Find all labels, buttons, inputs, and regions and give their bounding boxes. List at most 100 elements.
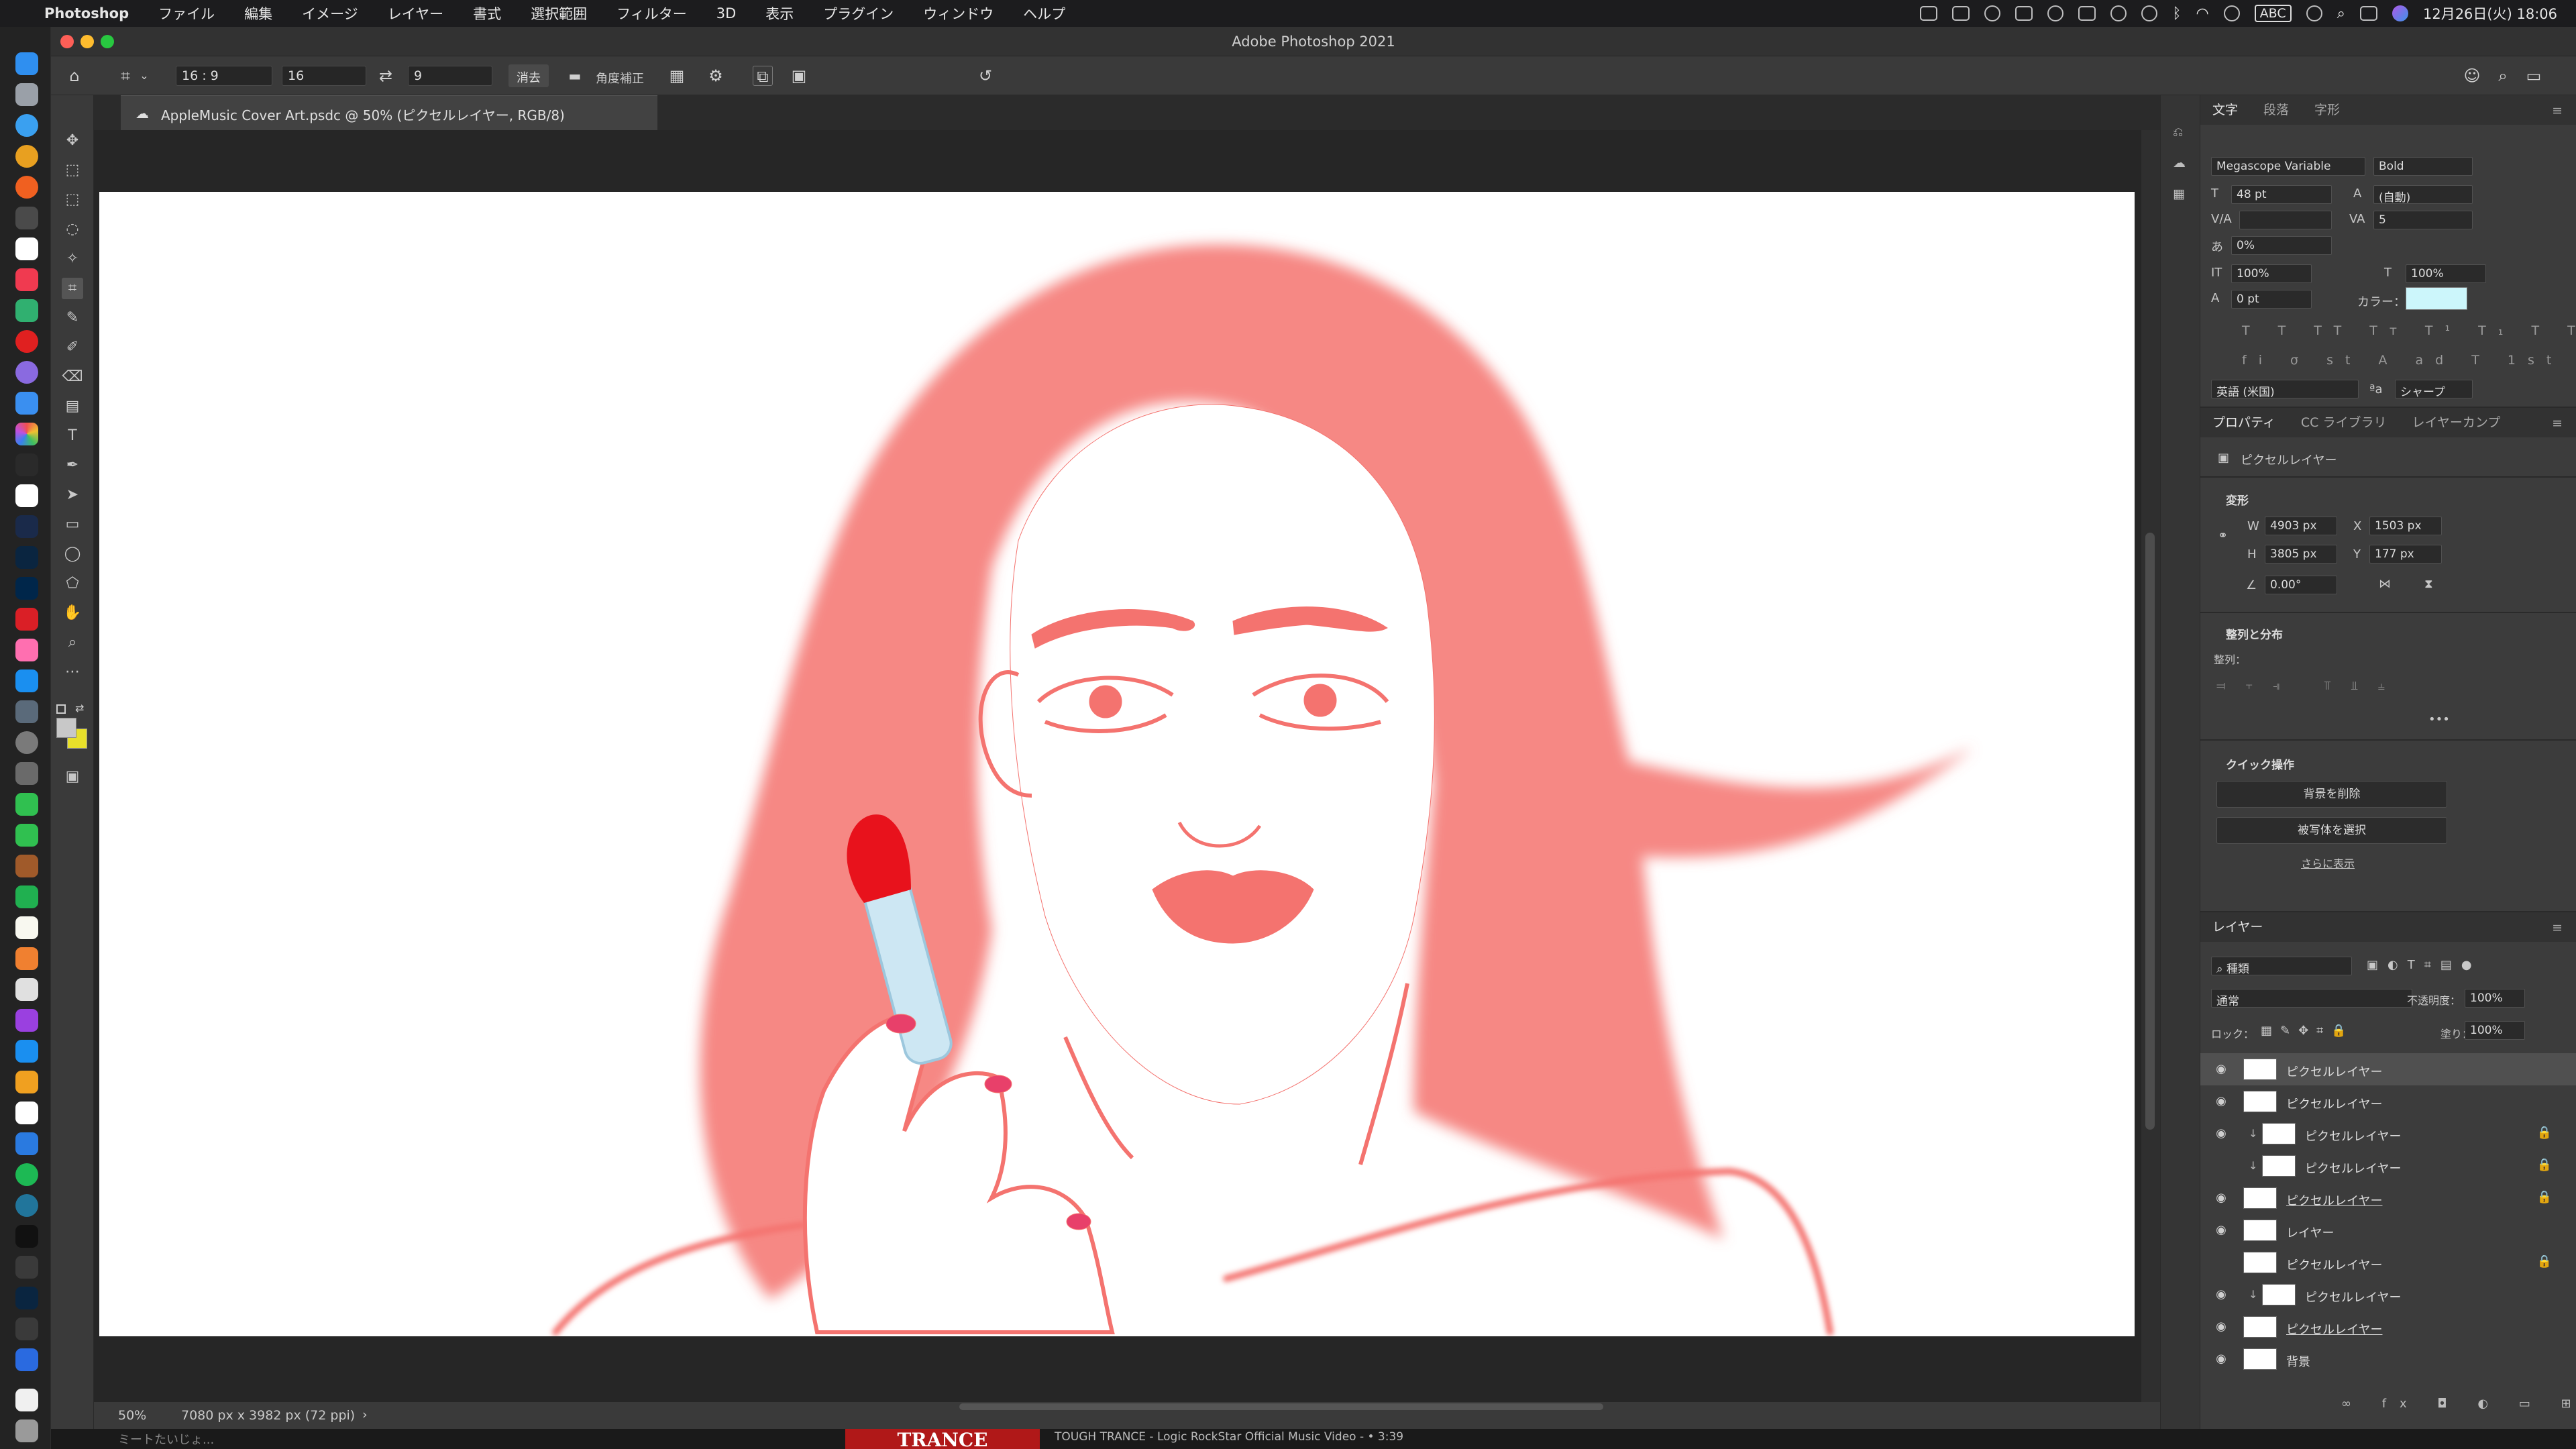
crop-tool-icon[interactable]: ⌗ — [115, 66, 136, 86]
layer-row[interactable]: ◉ ピクセルレイヤー — [2200, 1311, 2576, 1343]
dock-launchpad-icon[interactable] — [15, 83, 38, 106]
tab-glyphs[interactable]: 字形 — [2302, 100, 2353, 125]
path-selection-icon[interactable]: ➤ — [62, 484, 83, 506]
visibility-eye-icon[interactable]: ◉ — [2214, 1223, 2229, 1238]
panel-menu-icon[interactable]: ≡ — [2540, 103, 2576, 125]
bluetooth-icon[interactable]: ᛒ — [2172, 5, 2181, 22]
tab-layers[interactable]: レイヤー — [2200, 917, 2276, 942]
menu-layer[interactable]: レイヤー — [373, 3, 458, 23]
layer-filter-select[interactable]: ⌕ 種類 — [2211, 957, 2352, 975]
eraser-tool-icon[interactable]: ⌫ — [62, 366, 83, 388]
settings-gear-icon[interactable]: ⚙ — [706, 66, 726, 86]
video-title-1[interactable]: TOUGH TRANCE - Logic RockStar Official M… — [1055, 1430, 1403, 1444]
home-icon[interactable]: ⌂ — [64, 66, 85, 86]
document-tab[interactable]: ☁ AppleMusic Cover Art.psdc @ 50% (ピクセルレ… — [121, 95, 657, 130]
dock-app-icon[interactable] — [15, 237, 38, 260]
status-icon-3[interactable] — [1984, 5, 2001, 21]
dock-app-icon[interactable] — [15, 1389, 38, 1411]
visibility-eye-icon[interactable]: ◉ — [2214, 1126, 2229, 1141]
leading-input[interactable]: (自動) — [2373, 185, 2473, 204]
layer-name[interactable]: ピクセルレイヤー — [2286, 1256, 2382, 1273]
ellipse-tool-icon[interactable]: ◯ — [62, 543, 83, 565]
menu-file[interactable]: ファイル — [144, 3, 229, 23]
status-icon-4[interactable] — [2015, 6, 2033, 21]
layer-thumbnail[interactable] — [2243, 1091, 2277, 1112]
tracking-input[interactable]: 5 — [2373, 211, 2473, 229]
dock-app-icon[interactable] — [15, 1132, 38, 1155]
menu-3d[interactable]: 3D — [702, 5, 751, 21]
opentype-buttons[interactable]: fi σ st A ad T 1st ½ — [2242, 353, 2576, 368]
dock-chrome-icon[interactable] — [15, 145, 38, 168]
screen-mode-icon[interactable]: ▣ — [62, 766, 83, 788]
reset-icon[interactable]: ↺ — [975, 66, 996, 86]
history-panel-icon[interactable]: ⎌ — [2173, 125, 2183, 140]
layer-thumbnail[interactable] — [2262, 1123, 2296, 1144]
type-style-buttons[interactable]: T T TT Tт T¹ T₁ T T — [2242, 323, 2576, 338]
horizontal-scale-input[interactable]: 100% — [2406, 264, 2486, 283]
menu-image[interactable]: イメージ — [287, 3, 373, 23]
control-center-icon[interactable] — [2359, 6, 2377, 21]
input-source-label[interactable]: ABC — [2254, 5, 2292, 22]
dock-wordpress-icon[interactable] — [15, 1194, 38, 1217]
dock-spotify-icon[interactable] — [15, 1163, 38, 1186]
layer-name[interactable]: レイヤー — [2286, 1224, 2334, 1241]
visibility-eye-icon[interactable]: ◉ — [2214, 1062, 2229, 1077]
dock-app-icon[interactable] — [15, 1040, 38, 1063]
tab-character[interactable]: 文字 — [2200, 100, 2251, 125]
menu-filter[interactable]: フィルター — [602, 3, 702, 23]
language-select[interactable]: 英語 (米国) — [2211, 380, 2359, 398]
swap-dimensions-icon[interactable]: ⇄ — [376, 66, 396, 86]
dock-music-icon[interactable] — [15, 268, 38, 291]
tab-properties[interactable]: プロパティ — [2200, 413, 2289, 437]
layer-row[interactable]: ◉ ピクセルレイヤー 🔒 — [2200, 1182, 2576, 1214]
search-icon[interactable]: ⌕ — [2493, 66, 2513, 86]
marquee-tool-icon[interactable]: ⬚ — [62, 189, 83, 211]
layer-row[interactable]: ピクセルレイヤー 🔒 — [2200, 1246, 2576, 1279]
visibility-eye-icon[interactable]: ◉ — [2214, 1352, 2229, 1366]
layer-thumbnail[interactable] — [2262, 1284, 2296, 1305]
dock-messages-icon[interactable] — [15, 793, 38, 816]
layer-thumbnail[interactable] — [2243, 1059, 2277, 1080]
status-chevron-icon[interactable]: › — [362, 1407, 368, 1422]
dock-app-icon[interactable] — [15, 608, 38, 631]
dock-firefox-icon[interactable] — [15, 176, 38, 199]
dock-app-icon[interactable] — [15, 1102, 38, 1124]
table-panel-icon[interactable]: ▦ — [2173, 186, 2185, 201]
dock-app-icon[interactable] — [15, 731, 38, 754]
visibility-eye-icon[interactable]: ◉ — [2214, 1320, 2229, 1334]
font-size-input[interactable]: 48 pt — [2231, 185, 2332, 204]
width-input[interactable]: 4903 px — [2265, 517, 2337, 535]
height-input[interactable]: 3805 px — [2265, 545, 2337, 564]
tab-layer-comps[interactable]: レイヤーカンプ — [2400, 413, 2514, 437]
menu-window[interactable]: ウィンドウ — [908, 3, 1008, 23]
dock-finder-icon[interactable] — [15, 52, 38, 75]
dock-app-icon[interactable] — [15, 330, 38, 353]
layer-footer-buttons[interactable]: ∞ fx ◘ ◐ ▭ ⊞ 🗑 — [2341, 1397, 2576, 1411]
dock-app-icon[interactable] — [15, 1256, 38, 1279]
select-subject-button[interactable]: 被写体を選択 — [2216, 817, 2447, 844]
visibility-hidden-icon[interactable] — [2214, 1159, 2229, 1173]
swap-colors-icon[interactable]: ⇄ — [75, 702, 84, 714]
crop-ratio-select[interactable]: 16 : 9 — [176, 66, 272, 86]
font-style-select[interactable]: Bold — [2373, 157, 2473, 176]
dock-app-icon[interactable] — [15, 700, 38, 723]
vertical-scale-input[interactable]: 100% — [2231, 264, 2312, 283]
brush-tool-icon[interactable]: ✐ — [62, 337, 83, 358]
tab-paragraph[interactable]: 段落 — [2251, 100, 2302, 125]
libraries-panel-icon[interactable]: ☁ — [2173, 156, 2186, 170]
play-icon[interactable] — [2110, 5, 2127, 21]
text-color-swatch[interactable] — [2406, 287, 2467, 310]
dock-rush-icon[interactable] — [15, 515, 38, 538]
dock-mail-icon[interactable] — [15, 392, 38, 415]
layer-name[interactable]: ピクセルレイヤー — [2305, 1127, 2401, 1144]
y-input[interactable]: 177 px — [2369, 545, 2442, 564]
menu-edit[interactable]: 編集 — [229, 3, 287, 23]
layer-row[interactable]: ◉ 背景 — [2200, 1343, 2576, 1375]
crop-height-input[interactable]: 9 — [408, 66, 492, 86]
menu-type[interactable]: 書式 — [458, 3, 516, 23]
menu-plugins[interactable]: プラグイン — [808, 3, 908, 23]
dock-app-icon[interactable] — [15, 947, 38, 970]
layer-filter-buttons[interactable]: ▣◐T⌗▤● — [2367, 958, 2481, 972]
menu-help[interactable]: ヘルプ — [1008, 3, 1080, 23]
layer-name[interactable]: ピクセルレイヤー — [2286, 1095, 2382, 1112]
